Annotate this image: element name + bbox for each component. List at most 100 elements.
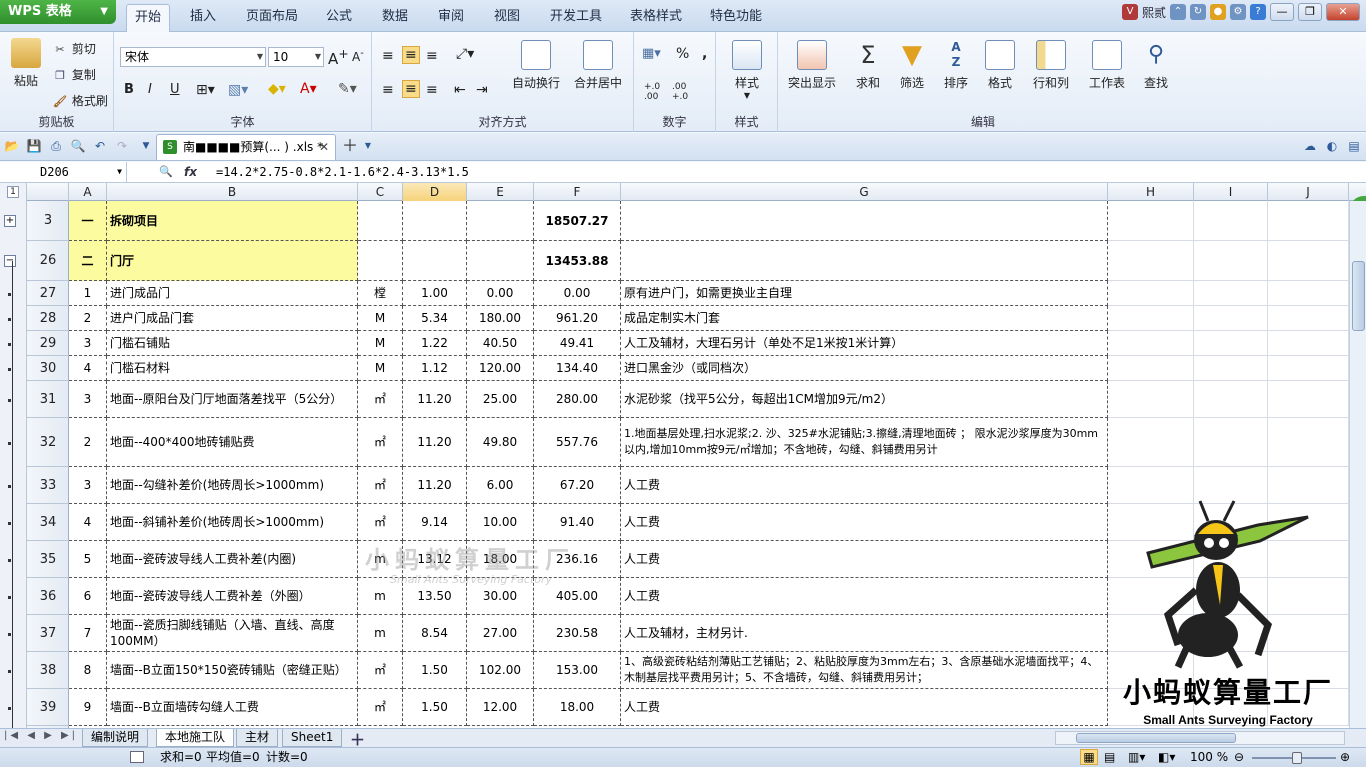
expand-group-icon[interactable]: + <box>4 215 16 227</box>
cell-a[interactable]: 4 <box>69 504 107 541</box>
cell-c[interactable]: ㎡ <box>358 381 403 418</box>
cell-f[interactable]: 280.00 <box>534 381 621 418</box>
underline-icon[interactable]: U <box>170 82 180 97</box>
text-direction-icon[interactable]: ⤢▾ <box>456 46 474 62</box>
cell-b[interactable]: 进户门成品门套 <box>107 306 358 331</box>
page-break-view-icon[interactable]: ▥▾ <box>1128 748 1145 767</box>
shrink-font-icon[interactable]: A- <box>352 48 364 64</box>
cell-c[interactable]: ㎡ <box>358 689 403 726</box>
tab-2[interactable]: 插入 <box>182 4 224 30</box>
cell-d[interactable]: 9.14 <box>403 504 467 541</box>
format-button[interactable]: 格式 <box>978 40 1022 91</box>
cell-a[interactable]: 7 <box>69 615 107 652</box>
rowcol-button[interactable]: 行和列 <box>1026 40 1076 91</box>
cell-g[interactable]: 人工及辅材，主材另计. <box>621 615 1108 652</box>
print-preview-icon[interactable]: 🔍 <box>70 138 86 154</box>
currency-icon[interactable]: ▦▾ <box>642 46 661 61</box>
increase-decimal-icon[interactable]: +.0.00 <box>644 82 660 102</box>
cell-empty[interactable] <box>1108 331 1194 356</box>
cell-f[interactable]: 230.58 <box>534 615 621 652</box>
cell-empty[interactable] <box>1108 381 1194 418</box>
cell-f[interactable]: 961.20 <box>534 306 621 331</box>
cell-d[interactable]: 1.50 <box>403 652 467 689</box>
row-header[interactable]: 28 <box>27 306 69 331</box>
row-header[interactable]: 30 <box>27 356 69 381</box>
decrease-decimal-icon[interactable]: .00 +.0 <box>672 82 688 102</box>
cell-g[interactable]: 人工费 <box>621 541 1108 578</box>
cell-f[interactable]: 153.00 <box>534 652 621 689</box>
cell-d[interactable]: 1.22 <box>403 331 467 356</box>
paste-button[interactable]: 粘贴 <box>6 38 46 89</box>
cell-c[interactable]: ㎡ <box>358 418 403 467</box>
select-all-corner[interactable] <box>27 183 69 201</box>
new-tab-icon[interactable]: ＋ <box>342 138 358 154</box>
cell-e[interactable]: 0.00 <box>467 281 534 306</box>
layout-icon[interactable]: ▤ <box>1346 138 1362 154</box>
cell-e[interactable]: 40.50 <box>467 331 534 356</box>
cell-empty[interactable] <box>1194 356 1268 381</box>
close-tab-icon[interactable]: ✕ <box>319 135 329 159</box>
font-size-combo[interactable]: 10 ▼ <box>268 47 324 67</box>
tab-3[interactable]: 页面布局 <box>238 4 306 30</box>
bold-icon[interactable]: B <box>124 82 134 97</box>
increase-indent-icon[interactable]: ⇥ <box>476 82 488 98</box>
sheet-nav-arrows[interactable]: |◀ ◀ ▶ ▶| <box>4 730 78 741</box>
cell-b[interactable]: 地面--斜铺补差价(地砖周长>1000mm) <box>107 504 358 541</box>
cell-empty[interactable] <box>1268 331 1349 356</box>
cell-a[interactable]: 6 <box>69 578 107 615</box>
cell-f[interactable]: 18507.27 <box>534 201 621 241</box>
column-header-i[interactable]: I <box>1194 183 1268 201</box>
tab-10[interactable]: 特色功能 <box>702 4 770 30</box>
grow-font-icon[interactable]: A+ <box>328 46 349 68</box>
sort-button[interactable]: A Z 排序 <box>934 40 978 91</box>
horizontal-scrollbar-thumb[interactable] <box>1076 733 1236 743</box>
tab-4[interactable]: 公式 <box>318 4 360 30</box>
zoom-slider-thumb[interactable] <box>1292 752 1302 764</box>
cell-d[interactable]: 11.20 <box>403 418 467 467</box>
tab-6[interactable]: 审阅 <box>430 4 472 30</box>
cell-d[interactable] <box>403 201 467 241</box>
cell-d[interactable]: 8.54 <box>403 615 467 652</box>
zoom-level[interactable]: 100 % <box>1190 748 1228 767</box>
cell-e[interactable]: 102.00 <box>467 652 534 689</box>
comma-button[interactable]: , <box>702 46 707 62</box>
cell-empty[interactable] <box>1108 241 1194 281</box>
row-header[interactable]: 37 <box>27 615 69 652</box>
cell-b[interactable]: 进门成品门 <box>107 281 358 306</box>
cell-e[interactable] <box>467 241 534 281</box>
cell-g[interactable]: 人工及辅材，大理石另计（单处不足1米按1米计算） <box>621 331 1108 356</box>
cell-c[interactable]: m <box>358 615 403 652</box>
tab-5[interactable]: 数据 <box>374 4 416 30</box>
cell-b[interactable]: 地面--瓷砖波导线人工费补差(内圈) <box>107 541 358 578</box>
fill-color-icon[interactable]: ◆▾ <box>268 81 286 97</box>
cell-a[interactable]: 3 <box>69 381 107 418</box>
cell-b[interactable]: 门槛石铺贴 <box>107 331 358 356</box>
collapse-group-icon[interactable]: − <box>4 255 16 267</box>
font-color-icon[interactable]: A▾ <box>300 81 317 97</box>
decrease-indent-icon[interactable]: ⇤ <box>454 82 466 98</box>
cell-empty[interactable] <box>1108 418 1194 467</box>
help-icon[interactable]: ? <box>1250 4 1266 20</box>
cell-d[interactable]: 11.20 <box>403 467 467 504</box>
column-header-b[interactable]: B <box>107 183 358 201</box>
user-name[interactable]: 熙贰 <box>1142 4 1166 21</box>
row-header[interactable]: 26 <box>27 241 69 281</box>
cell-g[interactable]: 1、高级瓷砖粘结剂薄贴工艺铺贴；2、粘贴胶厚度为3mm左右；3、含原基础水泥墙面… <box>621 652 1108 689</box>
cell-b[interactable]: 拆砌项目 <box>107 201 358 241</box>
cell-empty[interactable] <box>1268 356 1349 381</box>
align-middle-icon[interactable]: ≡ <box>402 46 420 64</box>
cell-e[interactable]: 12.00 <box>467 689 534 726</box>
document-tab[interactable]: S 南■■■■预算(... ) .xls * ✕ <box>156 134 336 160</box>
save-icon[interactable]: 💾 <box>26 138 42 154</box>
cell-d[interactable] <box>403 241 467 281</box>
tab-1[interactable]: 开始 <box>126 4 171 32</box>
cell-f[interactable]: 67.20 <box>534 467 621 504</box>
cell-empty[interactable] <box>1194 241 1268 281</box>
cell-e[interactable]: 6.00 <box>467 467 534 504</box>
cell-c[interactable]: M <box>358 331 403 356</box>
cloud-icon[interactable]: ☁ <box>1302 138 1318 154</box>
cell-a[interactable]: 3 <box>69 467 107 504</box>
cell-a[interactable]: 1 <box>69 281 107 306</box>
clear-format-icon[interactable]: ✎▾ <box>338 81 357 97</box>
scrollbar-thumb[interactable] <box>1352 261 1365 331</box>
